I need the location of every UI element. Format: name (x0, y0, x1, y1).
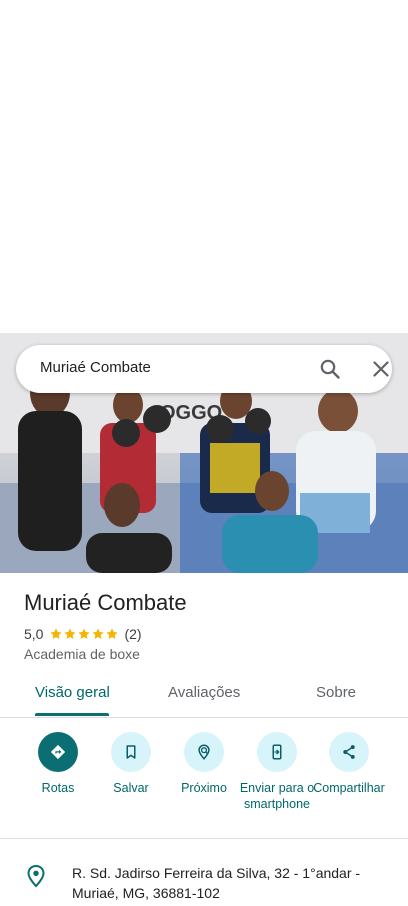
nearby-icon (184, 732, 224, 772)
close-icon[interactable] (369, 357, 393, 381)
search-input[interactable]: Muriaé Combate (40, 359, 151, 376)
share-icon (329, 732, 369, 772)
divider (0, 717, 408, 718)
bookmark-icon (111, 732, 151, 772)
send-to-phone-label: Enviar para o smartphone (239, 781, 315, 811)
send-to-phone-icon (257, 732, 297, 772)
place-category[interactable]: Academia de boxe (24, 646, 140, 662)
divider (0, 838, 408, 839)
tab-overview[interactable]: Visão geral (35, 684, 110, 701)
send-to-phone-button[interactable]: Enviar para o smartphone (237, 732, 317, 812)
rating-stars (49, 627, 119, 641)
search-bar[interactable]: Muriaé Combate (16, 345, 392, 393)
star-icon (106, 628, 119, 639)
nearby-button[interactable]: Próximo (164, 732, 244, 796)
active-tab-indicator (35, 713, 109, 716)
directions-icon (38, 732, 78, 772)
save-button[interactable]: Salvar (91, 732, 171, 796)
tab-reviews[interactable]: Avaliações (168, 684, 240, 701)
map-blank-area (0, 0, 408, 333)
star-icon (64, 628, 77, 639)
star-icon (50, 628, 63, 639)
share-button[interactable]: Compartilhar (309, 732, 389, 796)
directions-button[interactable]: Rotas (18, 732, 98, 796)
nearby-label: Próximo (181, 781, 227, 795)
location-pin-icon (26, 864, 46, 888)
review-count[interactable]: (2) (124, 626, 141, 642)
search-icon[interactable] (318, 357, 342, 381)
share-label: Compartilhar (313, 781, 385, 795)
directions-label: Rotas (41, 781, 75, 795)
star-icon (78, 628, 91, 639)
tab-about[interactable]: Sobre (316, 684, 356, 701)
star-icon (92, 628, 105, 639)
rating-value: 5,0 (24, 626, 44, 642)
save-label: Salvar (113, 781, 149, 795)
place-title: Muriaé Combate (24, 590, 187, 615)
address-text[interactable]: R. Sd. Jadirso Ferreira da Silva, 32 - 1… (72, 863, 392, 903)
rating-row[interactable]: 5,0 (2) (24, 625, 142, 643)
